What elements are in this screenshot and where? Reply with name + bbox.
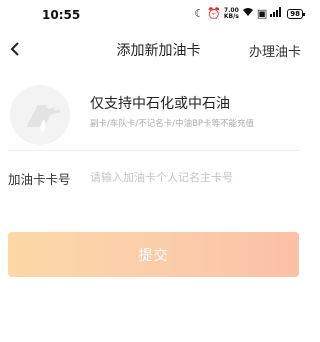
divider (8, 150, 299, 151)
fuel-pump-icon (8, 83, 72, 147)
submit-button[interactable]: 提交 (8, 232, 299, 277)
apply-card-link[interactable]: 办理油卡 (249, 41, 301, 60)
support-title: 仅支持中石化或中石油 (90, 96, 230, 112)
status-bar: 10:55 ☾ ⏰ 7.00 KB/s ▣ 98 (0, 0, 317, 30)
support-info: 仅支持中石化或中石油 副卡/车队卡/不记名卡/中油BP卡等不能充值 (0, 80, 317, 150)
battery-indicator: 98 (287, 8, 305, 19)
moon-icon: ☾ (194, 6, 205, 20)
network-speed: 7.00 KB/s (223, 6, 239, 20)
nav-bar: 添加新加油卡 办理油卡 (0, 30, 317, 70)
alarm-icon: ⏰ (207, 6, 221, 20)
status-time: 10:55 (42, 8, 81, 22)
signal-icon (270, 7, 284, 20)
status-icons: ☾ ⏰ 7.00 KB/s ▣ 98 (194, 6, 305, 20)
wifi-icon (242, 7, 254, 20)
sim-icon: ▣ (256, 6, 268, 20)
card-number-label: 加油卡卡号 (8, 172, 71, 187)
support-subtitle: 副卡/车队卡/不记名卡/中油BP卡等不能充值 (90, 119, 255, 129)
card-number-input[interactable] (88, 164, 302, 190)
